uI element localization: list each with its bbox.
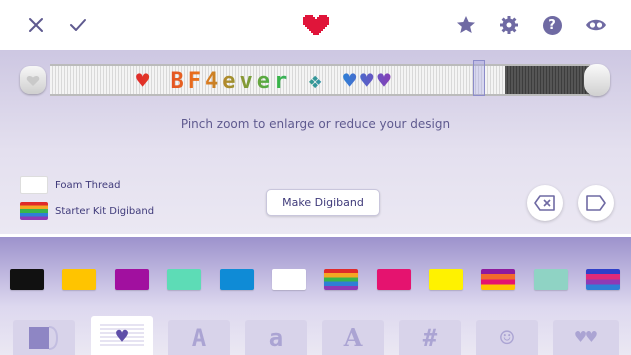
- band-design-text: ♥ BF4ever ❖ ♥♥♥: [136, 69, 395, 94]
- color-purple[interactable]: [115, 269, 149, 290]
- label-tag-button[interactable]: [578, 185, 614, 221]
- emoji-icon: ☺: [499, 323, 515, 352]
- zoom-hint: Pinch zoom to enlarge or reduce your des…: [180, 117, 451, 131]
- check-icon[interactable]: [66, 13, 90, 37]
- heart-tab-swatch: ♥: [100, 323, 144, 348]
- divider: [0, 234, 631, 237]
- heart-tab[interactable]: ♥: [91, 316, 153, 355]
- color-rainbow[interactable]: [324, 269, 358, 290]
- band-left-cap: [20, 66, 46, 94]
- legend-foam-thread: Foam Thread: [20, 176, 121, 194]
- band-body: ♥ BF4ever ❖ ♥♥♥: [50, 64, 590, 96]
- color-black[interactable]: [10, 269, 44, 290]
- color-seafoam[interactable]: [534, 269, 568, 290]
- digiband-preview[interactable]: ♥ BF4ever ❖ ♥♥♥: [20, 60, 610, 98]
- hearts-icon: ♥♥: [575, 327, 597, 348]
- band-right-cap: [584, 64, 610, 96]
- color-white[interactable]: [272, 269, 306, 290]
- close-icon[interactable]: [24, 13, 48, 37]
- heart-icon: ♥: [115, 323, 129, 348]
- color-yellow-orange[interactable]: [62, 269, 96, 290]
- star-icon[interactable]: [454, 13, 478, 37]
- help-icon[interactable]: ?: [540, 13, 564, 37]
- color-blue-pink-stripe[interactable]: [586, 269, 620, 290]
- heart-icon: [302, 11, 330, 39]
- font-a-outline-icon: A: [343, 323, 363, 352]
- tag-icon: [586, 195, 606, 211]
- color-blue[interactable]: [220, 269, 254, 290]
- help-glyph: ?: [542, 15, 562, 35]
- eye-icon[interactable]: [583, 13, 609, 37]
- palette-area: ♥ A a A # ☺ ♥♥: [0, 234, 631, 355]
- font-a-outline-tab[interactable]: A: [322, 320, 384, 355]
- color-palette: [0, 269, 631, 291]
- legend-starter-kit: Starter Kit Digiband: [20, 202, 154, 220]
- pattern-tab[interactable]: [13, 320, 75, 355]
- top-toolbar: ?: [0, 0, 631, 50]
- foam-thread-swatch: [20, 176, 48, 194]
- backspace-icon: [534, 195, 555, 211]
- hashtag-tab[interactable]: #: [399, 320, 461, 355]
- color-pink[interactable]: [377, 269, 411, 290]
- legend-label: Starter Kit Digiband: [55, 205, 155, 217]
- font-lower-a-tab[interactable]: a: [245, 320, 307, 355]
- band-end-marker[interactable]: [473, 60, 485, 96]
- pattern-icon: [29, 325, 59, 350]
- design-area: ♥ BF4ever ❖ ♥♥♥ Pinch zoom to enlarge or…: [0, 50, 631, 234]
- font-a-icon: A: [191, 323, 207, 352]
- backspace-button[interactable]: [527, 185, 563, 221]
- font-a-tab[interactable]: A: [168, 320, 230, 355]
- gear-icon[interactable]: [497, 13, 521, 37]
- font-lower-a-icon: a: [268, 323, 284, 352]
- color-mint[interactable]: [167, 269, 201, 290]
- tool-tabs: ♥ A a A # ☺ ♥♥: [0, 316, 631, 355]
- starter-kit-swatch: [20, 202, 48, 220]
- hearts-tab[interactable]: ♥♥: [553, 320, 619, 355]
- hashtag-icon: #: [422, 323, 438, 352]
- color-yellow[interactable]: [429, 269, 463, 290]
- make-digiband-button[interactable]: Make Digiband: [266, 189, 380, 216]
- band-empty-section: [505, 66, 590, 94]
- emoji-tab[interactable]: ☺: [476, 320, 538, 355]
- legend-label: Foam Thread: [55, 179, 121, 191]
- color-sunset[interactable]: [481, 269, 515, 290]
